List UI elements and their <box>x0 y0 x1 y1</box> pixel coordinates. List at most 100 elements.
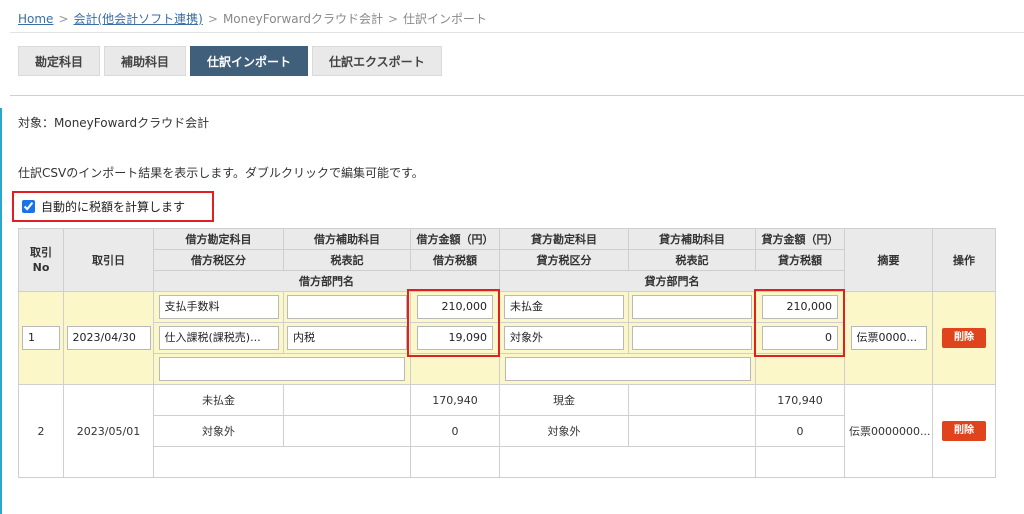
credit-department-spacer <box>755 353 845 385</box>
auto-tax-calc-checkbox[interactable] <box>22 200 35 213</box>
breadcrumb-divider <box>10 32 1024 33</box>
credit-account-cell: 未払金 <box>499 291 629 323</box>
credit-sub-cell <box>628 291 756 323</box>
credit-amount-input[interactable]: 210,000 <box>762 295 838 319</box>
debit-amount-cell: 210,000 <box>410 291 500 323</box>
debit-tax-cell: 19,090 <box>410 322 500 354</box>
debit-account-input[interactable]: 支払手数料 <box>158 295 279 319</box>
debit-department-spacer <box>410 353 500 385</box>
debit-account-cell: 未払金 <box>153 384 284 416</box>
debit-tax-input[interactable]: 19,090 <box>417 326 493 350</box>
auto-tax-calc-label: 自動的に税額を計算します <box>41 200 186 214</box>
debit-tax-note-input[interactable]: 内税 <box>287 326 407 350</box>
auto-tax-calc-option[interactable]: 自動的に税額を計算します <box>12 191 214 222</box>
summary-cell: 伝票0000000... <box>844 384 933 478</box>
debit-amount-cell: 170,940 <box>410 384 500 416</box>
header-no: 取引 No <box>18 228 64 292</box>
journal-table: 取引 No 取引日 借方勘定科目 借方補助科目 借方金額（円） 貸方勘定科目 貸… <box>18 228 996 478</box>
header-tax-note: 税表記 <box>283 249 411 271</box>
credit-department-cell <box>499 353 756 385</box>
header-tax-note-2: 税表記 <box>628 249 756 271</box>
header-debit-amount: 借方金額（円） <box>410 228 500 250</box>
credit-tax-input[interactable]: 0 <box>762 326 838 350</box>
tabs-divider <box>10 95 1024 96</box>
header-debit-tax: 借方税額 <box>410 249 500 271</box>
row-date-cell: 2023/05/01 <box>63 384 154 478</box>
row-date-input[interactable]: 2023/04/30 <box>66 326 151 350</box>
breadcrumb-current: 仕訳インポート <box>403 12 488 26</box>
header-debit-department: 借方部門名 <box>153 270 500 292</box>
debit-department-cell <box>153 353 411 385</box>
row-no-input[interactable]: 1 <box>22 326 60 350</box>
credit-department-spacer <box>755 446 845 478</box>
debit-tax-note-cell <box>283 415 411 447</box>
debit-sub-cell <box>283 384 411 416</box>
header-summary: 摘要 <box>844 228 933 292</box>
debit-tax-cell: 0 <box>410 415 500 447</box>
action-cell: 削除 <box>932 291 996 385</box>
breadcrumb-separator: > <box>207 12 218 26</box>
row-date-cell: 2023/04/30 <box>63 291 154 385</box>
table-row: 1 2023/04/30 支払手数料 210,000 未払金 210,000 伝… <box>18 291 996 385</box>
header-credit-department: 貸方部門名 <box>499 270 845 292</box>
breadcrumb-separator: > <box>58 12 69 26</box>
credit-department-input[interactable] <box>504 357 751 381</box>
breadcrumb-separator: > <box>387 12 399 26</box>
credit-sub-cell <box>628 384 756 416</box>
header-credit-tax-category: 貸方税区分 <box>499 249 629 271</box>
target-label: 対象：MoneyFowardクラウド会計 <box>18 116 210 130</box>
debit-department-input[interactable] <box>159 357 405 381</box>
debit-department-cell <box>153 446 411 478</box>
tab-bar: 勘定科目 補助科目 仕訳インポート 仕訳エクスポート <box>18 46 442 76</box>
header-credit-sub: 貸方補助科目 <box>628 228 756 250</box>
credit-tax-note-cell <box>628 322 756 354</box>
credit-tax-category-input[interactable]: 対象外 <box>504 326 624 350</box>
tab-sub-accounts[interactable]: 補助科目 <box>104 46 187 76</box>
tab-journal-import[interactable]: 仕訳インポート <box>190 46 309 76</box>
summary-input[interactable]: 伝票0000... <box>850 326 927 350</box>
credit-tax-note-cell <box>628 415 756 447</box>
debit-sub-cell <box>283 291 411 323</box>
debit-department-spacer <box>410 446 500 478</box>
breadcrumb-moneyforward: MoneyForwardクラウド会計 <box>222 12 383 26</box>
header-debit-sub: 借方補助科目 <box>283 228 411 250</box>
credit-account-input[interactable]: 未払金 <box>504 295 624 319</box>
debit-sub-input[interactable] <box>287 295 407 319</box>
debit-tax-category-cell: 仕入課税(課税売)... <box>153 322 284 354</box>
credit-tax-category-cell: 対象外 <box>499 415 629 447</box>
tab-journal-export[interactable]: 仕訳エクスポート <box>312 46 442 76</box>
table-row[interactable]: 2 2023/05/01 未払金 170,940 現金 170,940 伝票00… <box>18 384 996 478</box>
description-text: 仕訳CSVのインポート結果を表示します。ダブルクリックで編集可能です。 <box>18 166 424 180</box>
credit-amount-cell: 210,000 <box>755 291 845 323</box>
row-no-cell: 1 <box>18 291 64 385</box>
header-debit-tax-category: 借方税区分 <box>153 249 284 271</box>
debit-amount-input[interactable]: 210,000 <box>417 295 493 319</box>
debit-tax-category-cell: 対象外 <box>153 415 284 447</box>
debit-account-cell: 支払手数料 <box>153 291 284 323</box>
delete-button[interactable]: 削除 <box>942 421 986 441</box>
header-credit-account: 貸方勘定科目 <box>499 228 629 250</box>
credit-amount-cell: 170,940 <box>755 384 845 416</box>
credit-sub-input[interactable] <box>632 295 752 319</box>
credit-department-cell <box>499 446 756 478</box>
header-action: 操作 <box>932 228 996 292</box>
delete-button[interactable]: 削除 <box>942 328 986 348</box>
header-credit-amount: 貸方金額（円） <box>755 228 845 250</box>
breadcrumb-home-link[interactable]: Home <box>18 12 53 26</box>
tab-account-items[interactable]: 勘定科目 <box>18 46 101 76</box>
debit-tax-note-cell: 内税 <box>283 322 411 354</box>
action-cell: 削除 <box>932 384 996 478</box>
left-accent-bar <box>0 108 2 514</box>
header-credit-tax: 貸方税額 <box>755 249 845 271</box>
breadcrumb-accounting-link[interactable]: 会計(他会計ソフト連携) <box>74 12 203 26</box>
debit-tax-category-input[interactable]: 仕入課税(課税売)... <box>158 326 279 350</box>
credit-tax-cell: 0 <box>755 415 845 447</box>
credit-tax-category-cell: 対象外 <box>499 322 629 354</box>
credit-account-cell: 現金 <box>499 384 629 416</box>
header-date: 取引日 <box>63 228 154 292</box>
header-debit-account: 借方勘定科目 <box>153 228 284 250</box>
summary-cell: 伝票0000... <box>844 291 933 385</box>
credit-tax-note-input[interactable] <box>632 326 752 350</box>
breadcrumb: Home > 会計(他会計ソフト連携) > MoneyForwardクラウド会計 > 仕訳イ… <box>18 10 487 27</box>
row-no-cell: 2 <box>18 384 64 478</box>
